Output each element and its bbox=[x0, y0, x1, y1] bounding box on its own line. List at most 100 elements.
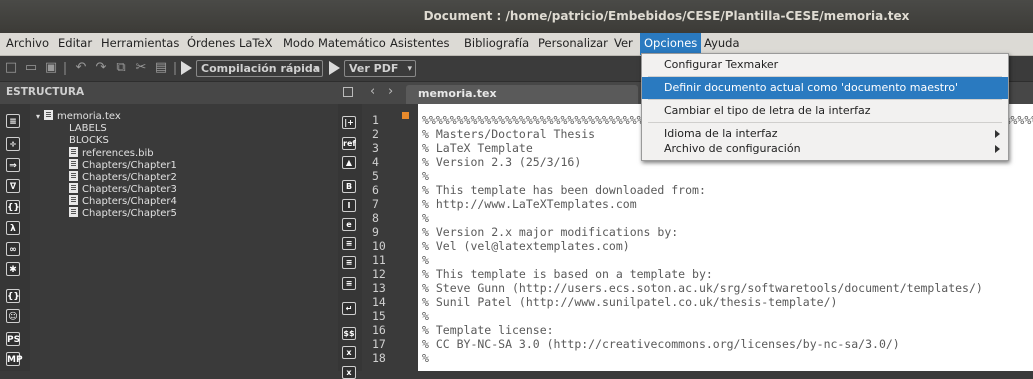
part-icon[interactable]: |+ bbox=[342, 116, 356, 129]
menu-item-label: Archivo de configuración bbox=[664, 142, 801, 155]
tab-memoria[interactable]: memoria.tex bbox=[406, 85, 638, 104]
tree-item-label: LABELS bbox=[69, 123, 107, 134]
structure-tree: ▾ memoria.tex LABELS BLOCKS references.bi… bbox=[30, 104, 338, 371]
misc-symbols-icon[interactable]: ∇ bbox=[6, 179, 20, 193]
file-icon bbox=[69, 183, 78, 193]
tree-item-bib[interactable]: references.bib bbox=[69, 147, 154, 159]
tree-item-chapter[interactable]: Chapters/Chapter3 bbox=[69, 183, 177, 195]
reference-icon[interactable]: ref bbox=[342, 137, 356, 150]
menu-ayuda[interactable]: Ayuda bbox=[700, 33, 744, 55]
structure-title: ESTRUCTURA bbox=[6, 86, 85, 98]
tree-item-blocks[interactable]: BLOCKS bbox=[69, 135, 109, 147]
tree-item-label: Chapters/Chapter3 bbox=[82, 184, 177, 195]
emphasis-icon[interactable]: e bbox=[342, 218, 356, 231]
line-number: 16 bbox=[372, 323, 386, 337]
italic-icon[interactable]: I bbox=[342, 199, 356, 212]
image-icon[interactable]: ▲ bbox=[342, 156, 356, 169]
tree-item-labels[interactable]: LABELS bbox=[69, 123, 107, 135]
infinity-symbols-icon[interactable]: ∞ bbox=[6, 242, 20, 256]
menu-personalizar[interactable]: Personalizar bbox=[534, 33, 612, 55]
menu-modo-matematico[interactable]: Modo Matemático bbox=[279, 33, 390, 55]
redo-icon[interactable]: ↷ bbox=[94, 61, 108, 75]
menu-item-cambiar-tipo-letra[interactable]: Cambiar el tipo de letra de la interfaz bbox=[642, 100, 1008, 122]
new-line-icon[interactable]: ↵ bbox=[342, 302, 356, 315]
chevron-down-icon: ▾ bbox=[407, 64, 412, 74]
undo-icon[interactable]: ↶ bbox=[74, 61, 88, 75]
arrow-symbols-icon[interactable]: ⇒ bbox=[6, 158, 20, 172]
tree-item-chapter[interactable]: Chapters/Chapter4 bbox=[69, 195, 177, 207]
new-file-icon[interactable]: □ bbox=[4, 61, 18, 75]
code-line: % This template is based on a template b… bbox=[422, 267, 713, 281]
quick-build-run-icon[interactable] bbox=[181, 61, 192, 75]
menu-editar[interactable]: Editar bbox=[54, 33, 96, 55]
menu-item-label: Configurar Texmaker bbox=[664, 58, 779, 71]
tree-item-root[interactable]: ▾ memoria.tex bbox=[36, 110, 121, 122]
file-icon bbox=[69, 195, 78, 205]
tree-item-label: Chapters/Chapter2 bbox=[82, 172, 177, 183]
tree-item-chapter[interactable]: Chapters/Chapter1 bbox=[69, 159, 177, 171]
open-file-icon[interactable]: ▭ bbox=[24, 61, 38, 75]
menu-item-archivo-configuracion[interactable]: Archivo de configuración bbox=[642, 138, 1008, 160]
line-number: 5 bbox=[372, 169, 379, 183]
options-dropdown-menu: Configurar Texmaker Definir documento ac… bbox=[641, 53, 1009, 161]
code-line: % bbox=[422, 351, 429, 365]
pstricks-icon[interactable]: PS bbox=[6, 332, 20, 346]
line-number: 6 bbox=[372, 183, 379, 197]
line-number: 11 bbox=[372, 253, 386, 267]
menu-ver[interactable]: Ver bbox=[610, 33, 637, 55]
superscript-icon[interactable]: x bbox=[342, 366, 356, 379]
view-pdf-select[interactable]: Ver PDF ▾ bbox=[344, 60, 416, 77]
panel-float-icon[interactable] bbox=[343, 87, 353, 97]
math-mode-icon[interactable]: $$ bbox=[342, 327, 356, 340]
menu-ordenes-latex[interactable]: Órdenes LaTeX bbox=[183, 33, 276, 55]
tree-item-chapter[interactable]: Chapters/Chapter5 bbox=[69, 207, 177, 219]
tab-label: memoria.tex bbox=[418, 87, 497, 100]
menu-asistentes[interactable]: Asistentes bbox=[386, 33, 454, 55]
menu-opciones[interactable]: Opciones bbox=[640, 33, 702, 55]
view-pdf-run-icon[interactable] bbox=[329, 61, 340, 75]
save-file-icon[interactable]: ▣ bbox=[44, 61, 58, 75]
align-center-icon[interactable]: ≡ bbox=[342, 256, 356, 269]
quick-build-label: Compilación rápida bbox=[201, 62, 321, 75]
line-number: 12 bbox=[372, 267, 386, 281]
file-icon bbox=[69, 147, 78, 157]
latex-command-toolbar: |+ ref ▲ B I e ≡ ≡ ≡ ↵ $$ x x bbox=[338, 104, 362, 379]
menu-item-definir-documento-maestro[interactable]: Definir documento actual como 'documento… bbox=[642, 77, 1008, 99]
next-document-icon[interactable]: › bbox=[388, 84, 393, 99]
menu-bibliografia[interactable]: Bibliografía bbox=[460, 33, 533, 55]
line-number: 17 bbox=[372, 337, 386, 351]
quick-build-select[interactable]: Compilación rápida ▾ bbox=[196, 60, 323, 77]
menu-item-label: Cambiar el tipo de letra de la interfaz bbox=[664, 104, 871, 117]
code-line: % bbox=[422, 169, 429, 183]
fold-marker-icon[interactable] bbox=[402, 112, 409, 119]
line-number: 13 bbox=[372, 281, 386, 295]
tree-item-chapter[interactable]: Chapters/Chapter2 bbox=[69, 171, 177, 183]
line-number: 4 bbox=[372, 155, 379, 169]
cut-icon[interactable]: ✂ bbox=[134, 61, 148, 75]
paste-icon[interactable]: ▤ bbox=[154, 61, 168, 75]
delimiters-icon[interactable]: {} bbox=[6, 200, 20, 214]
line-number: 18 bbox=[372, 351, 386, 365]
left-symbol-toolbar: ≡ ÷ ⇒ ∇ {} λ ∞ ✱ {} ☺ PS MP bbox=[0, 104, 30, 371]
previous-document-icon[interactable]: ‹ bbox=[370, 84, 375, 99]
line-number-gutter: 1 2 3 4 5 6 7 8 9 10 11 12 13 14 15 16 17 18 bbox=[362, 104, 409, 371]
metapost-icon[interactable]: MP bbox=[6, 352, 23, 366]
line-number: 10 bbox=[372, 239, 386, 253]
greek-letters-icon[interactable]: λ bbox=[6, 221, 20, 235]
menu-herramientas[interactable]: Herramientas bbox=[97, 33, 183, 55]
operators-icon[interactable]: ✱ bbox=[6, 262, 20, 276]
subscript-icon[interactable]: x bbox=[342, 346, 356, 359]
user-icon[interactable]: ☺ bbox=[6, 309, 20, 323]
file-icon bbox=[69, 159, 78, 169]
align-right-icon[interactable]: ≡ bbox=[342, 277, 356, 290]
menu-item-configurar-texmaker[interactable]: Configurar Texmaker bbox=[642, 54, 1008, 76]
align-left-icon[interactable]: ≡ bbox=[342, 237, 356, 250]
code-line: % http://www.LaTeXTemplates.com bbox=[422, 197, 637, 211]
copy-icon[interactable]: ⧉ bbox=[114, 61, 128, 75]
code-line: % CC BY-NC-SA 3.0 (http://creativecommon… bbox=[422, 337, 900, 351]
menu-archivo[interactable]: Archivo bbox=[2, 33, 53, 55]
bold-icon[interactable]: B bbox=[342, 180, 356, 193]
structure-view-icon[interactable]: ≡ bbox=[6, 114, 20, 128]
brackets-icon[interactable]: {} bbox=[6, 289, 20, 303]
relation-symbols-icon[interactable]: ÷ bbox=[6, 137, 20, 151]
